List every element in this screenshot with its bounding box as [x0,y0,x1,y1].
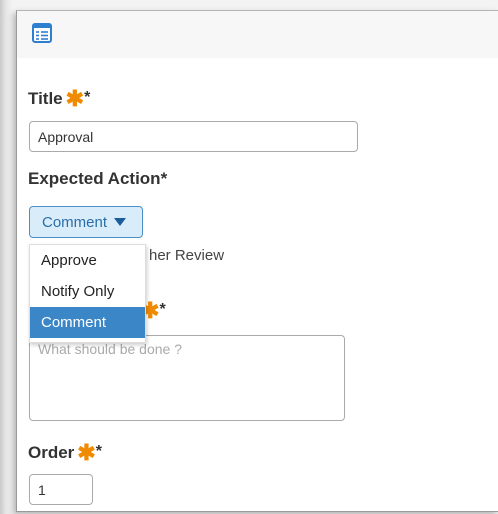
form-header [17,11,498,58]
order-label: Order ✱* [28,438,102,465]
title-label-text: Title [28,89,63,108]
title-required-mark: * [84,89,91,106]
expected-action-label: Expected Action* [28,169,168,188]
order-required-mark: * [95,443,102,460]
option-notify-only[interactable]: Notify Only [30,276,145,307]
description-required-mark: * [159,301,166,318]
form-panel: Title✱* Expected Action* Comment her Rev… [16,10,498,512]
expected-action-selected-value: Comment [42,213,108,231]
option-approve[interactable]: Approve [30,245,145,276]
expected-action-dropdown-menu: Approve Notify Only Comment [29,244,146,343]
order-label-text: Order [28,443,75,462]
hidden-option-fragment: her Review [149,247,225,264]
order-input[interactable] [29,474,93,505]
expected-action-select[interactable]: Comment [29,206,143,238]
caret-down-icon [114,218,127,226]
title-input[interactable] [29,121,358,152]
option-comment[interactable]: Comment [30,307,145,338]
list-form-icon [32,23,52,43]
required-star-icon: ✱ [65,86,85,111]
title-label: Title ✱* [28,84,91,111]
required-star-icon: ✱ [77,440,96,465]
description-textarea[interactable] [29,335,345,421]
